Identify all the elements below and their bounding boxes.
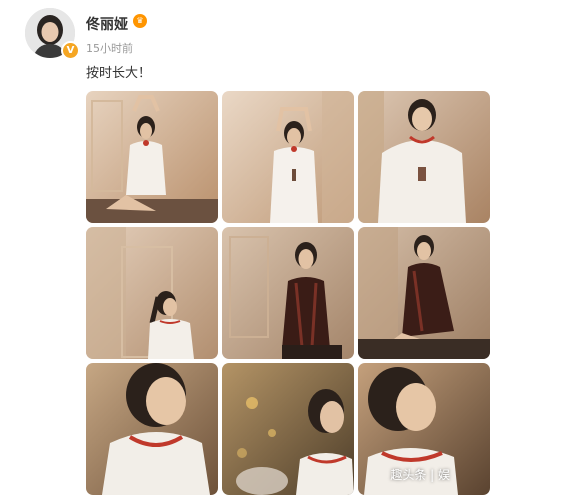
photo-2[interactable] (222, 91, 354, 223)
photo-9[interactable]: 趣头条 | 娱 (358, 363, 490, 495)
photo-3[interactable] (358, 91, 490, 223)
photo-3-image (358, 91, 490, 223)
photo-7[interactable] (86, 363, 218, 495)
photo-5-image (222, 227, 354, 359)
photo-5[interactable] (222, 227, 354, 359)
username[interactable]: 佟丽娅 (86, 14, 128, 34)
photo-2-image (222, 91, 354, 223)
post-time[interactable]: 15小时前 (86, 40, 133, 56)
photo-1[interactable] (86, 91, 218, 223)
photo-8[interactable] (222, 363, 354, 495)
photo-8-image (222, 363, 354, 495)
member-crown-icon[interactable]: ♛ (133, 14, 147, 28)
photo-4-image (86, 227, 218, 359)
photo-7-image (86, 363, 218, 495)
photo-1-image (86, 91, 218, 223)
watermark: 趣头条 | 娱 (390, 468, 450, 482)
post-text: 按时长大！ (86, 66, 152, 81)
photo-6-image (358, 227, 490, 359)
photo-6[interactable] (358, 227, 490, 359)
photo-4[interactable] (86, 227, 218, 359)
verified-badge-icon: V (61, 41, 80, 60)
